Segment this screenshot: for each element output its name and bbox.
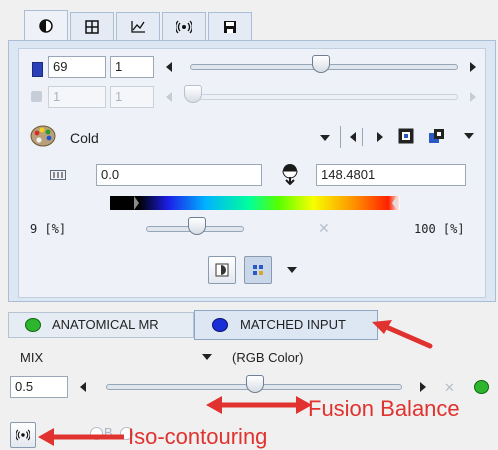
grid-icon	[85, 19, 99, 34]
fusion-mode-label: MIX	[20, 350, 44, 365]
fusion-prev-button[interactable]	[80, 382, 86, 392]
colormap-options-dropdown[interactable]	[464, 133, 474, 139]
frame-step-field[interactable]: 1	[110, 56, 154, 78]
fusion-next-button[interactable]	[420, 382, 426, 392]
secondary-slider-track	[190, 94, 458, 100]
tab-matched-label: MATCHED INPUT	[240, 317, 346, 332]
secondary-value-field: 1	[48, 86, 106, 108]
iso-contour-button[interactable]	[10, 422, 36, 448]
iso-contour-icon	[176, 20, 192, 33]
matched-dot-icon	[212, 318, 228, 332]
secondary-color-swatch	[31, 91, 42, 102]
frame-prev-button[interactable]	[166, 62, 172, 72]
percent-low-label: 9 [%]	[30, 222, 67, 236]
frame-value-field[interactable]: 69	[48, 56, 106, 78]
tab-iso-contour[interactable]	[162, 12, 206, 40]
secondary-step-field: 1	[110, 86, 154, 108]
fusion-balance-arrow	[206, 396, 312, 414]
grid-display-dropdown[interactable]	[287, 267, 297, 273]
fusion-reset-icon[interactable]: ✕	[444, 380, 455, 396]
toolbar-separator-2	[362, 128, 363, 146]
colormap-bar[interactable]	[110, 196, 400, 210]
chart-icon	[131, 20, 145, 33]
color-mode-label: (RGB Color)	[232, 350, 304, 365]
percent-slider-thumb[interactable]	[188, 217, 206, 235]
frame-color-swatch[interactable]	[32, 62, 43, 77]
dots-grid-icon	[253, 265, 263, 275]
tab-grid[interactable]	[70, 12, 114, 40]
colormap-prev-button[interactable]	[350, 132, 356, 142]
save-icon	[224, 20, 236, 33]
display-mode-button[interactable]	[208, 256, 236, 284]
arrow-to-matched-tab	[372, 320, 433, 349]
fusion-mode-dropdown[interactable]	[202, 354, 212, 360]
tab-contrast[interactable]	[24, 10, 68, 40]
anatomical-dot-icon	[25, 318, 41, 332]
percent-reset-icon[interactable]: ✕	[318, 220, 330, 237]
iso-contouring-annotation: Iso-contouring	[128, 424, 268, 449]
tab-chart[interactable]	[116, 12, 160, 40]
auto-range-icon[interactable]	[280, 163, 300, 185]
fusion-slider-thumb[interactable]	[246, 375, 264, 393]
frame-next-button[interactable]	[470, 62, 476, 72]
palette-icon[interactable]	[30, 124, 56, 148]
tab-anatomical-label: ANATOMICAL MR	[52, 317, 159, 332]
colormap-high-marker[interactable]	[392, 196, 397, 210]
colormap-next-button[interactable]	[377, 132, 383, 142]
secondary-slider-thumb	[184, 85, 202, 103]
iso-contour-arrow	[38, 428, 124, 446]
fusion-status-dot	[474, 380, 489, 394]
contrast-icon	[39, 18, 53, 33]
toolbar-separator	[340, 126, 341, 148]
grid-display-button[interactable]	[244, 256, 272, 284]
colormap-dropdown-button[interactable]	[320, 135, 330, 141]
range-mode-icon[interactable]	[50, 170, 66, 180]
percent-high-label: 100 [%]	[414, 222, 465, 236]
fusion-value-field[interactable]: 0.5	[10, 376, 68, 398]
invert-colormap-icon[interactable]	[398, 128, 414, 144]
tab-save[interactable]	[208, 12, 252, 40]
fusion-balance-annotation: Fusion Balance	[308, 396, 460, 421]
half-moon-icon	[215, 263, 229, 277]
copy-colormap-icon[interactable]	[428, 128, 446, 144]
iso-contour-small-icon	[16, 429, 30, 441]
secondary-next-button	[470, 92, 476, 102]
colormap-low-marker[interactable]	[134, 196, 139, 210]
secondary-prev-button	[166, 92, 172, 102]
range-max-field[interactable]: 148.4801	[316, 164, 466, 186]
range-min-field[interactable]: 0.0	[96, 164, 262, 186]
colormap-name: Cold	[70, 130, 99, 146]
frame-slider-thumb[interactable]	[312, 55, 330, 73]
